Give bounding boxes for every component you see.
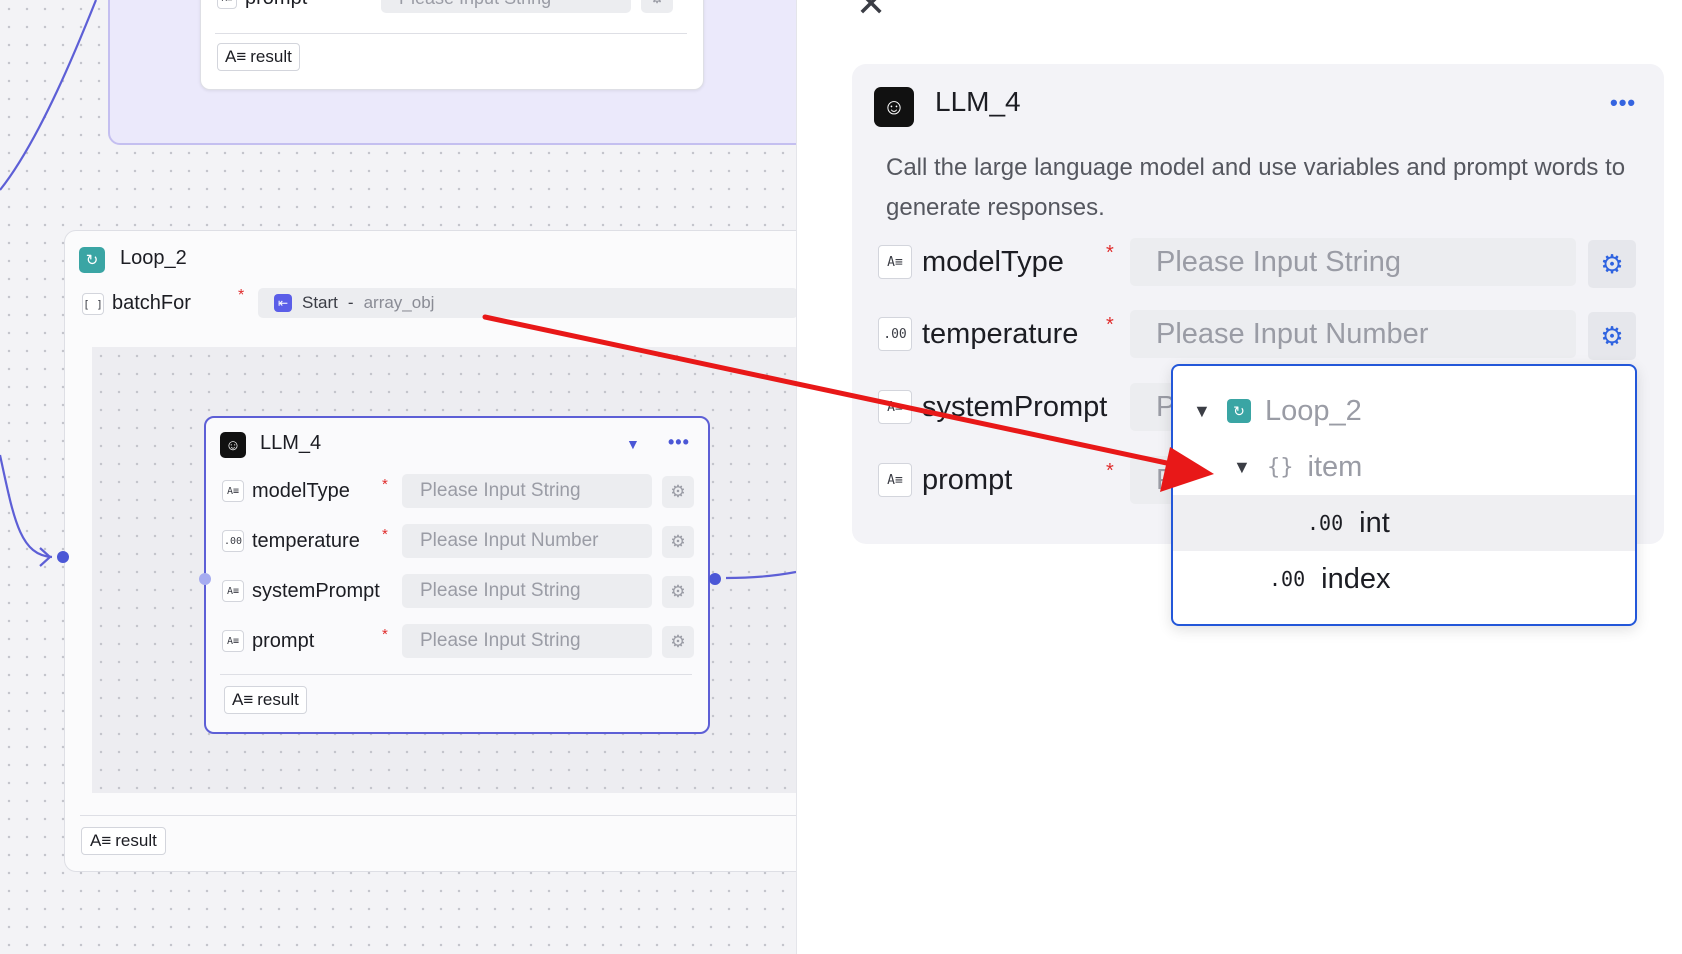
tree-node-item[interactable]: ▼ {} item: [1173, 439, 1635, 495]
param-label: prompt: [922, 464, 1013, 496]
tree-node-index[interactable]: .00 index: [1173, 551, 1635, 607]
more-icon[interactable]: •••: [1610, 90, 1636, 116]
param-input[interactable]: Please Input String: [1130, 238, 1576, 286]
param-label: systemPrompt: [922, 391, 1108, 423]
expand-caret-icon[interactable]: ▼: [1193, 401, 1213, 422]
llm-icon: ☺: [874, 87, 914, 127]
panel-param-modeltype: A≡ modelType * Please Input String ⚙: [878, 238, 1638, 288]
gear-icon[interactable]: ⚙: [1588, 240, 1636, 288]
gear-icon[interactable]: ⚙: [1588, 312, 1636, 360]
panel-divider: [796, 0, 797, 954]
workflow-canvas[interactable]: A≡ prompt Please Input String ⚙ A≡ resul…: [0, 0, 796, 954]
edge-connection[interactable]: [0, 454, 53, 559]
expand-caret-icon[interactable]: ▼: [1233, 457, 1253, 478]
param-type-tag: A≡: [878, 463, 912, 497]
object-type-icon: {}: [1267, 454, 1294, 480]
variable-picker-dropdown: ▼ ↻ Loop_2 ▼ {} item .00 int .00 index: [1171, 364, 1637, 626]
number-type-icon: .00: [1307, 511, 1344, 535]
tree-node-int[interactable]: .00 int: [1173, 495, 1635, 551]
edge-connection[interactable]: [0, 0, 98, 191]
tree-node-label: Loop_2: [1265, 394, 1362, 427]
param-label: modelType: [922, 246, 1064, 278]
edge-connection[interactable]: [725, 570, 796, 580]
loop-icon: ↻: [1227, 399, 1251, 423]
required-mark: *: [1106, 460, 1114, 482]
panel-param-temperature: .00 temperature * Please Input Number ⚙: [878, 310, 1638, 360]
tree-node-loop[interactable]: ▼ ↻ Loop_2: [1173, 383, 1635, 439]
panel-title: LLM_4: [935, 86, 1021, 117]
number-type-icon: .00: [1269, 567, 1306, 591]
param-input[interactable]: Please Input Number: [1130, 310, 1576, 358]
param-type-tag: A≡: [878, 245, 912, 279]
param-type-tag: A≡: [878, 390, 912, 424]
panel-description: Call the large language model and use va…: [886, 154, 1626, 221]
close-icon[interactable]: ✕: [856, 0, 886, 22]
edge-layer: [0, 0, 796, 580]
param-type-tag: .00: [878, 317, 912, 351]
tree-node-label: index: [1321, 562, 1391, 595]
required-mark: *: [1106, 314, 1114, 336]
tree-node-label: int: [1359, 506, 1390, 539]
required-mark: *: [1106, 242, 1114, 264]
tree-node-label: item: [1307, 450, 1363, 483]
param-label: temperature: [922, 318, 1079, 350]
